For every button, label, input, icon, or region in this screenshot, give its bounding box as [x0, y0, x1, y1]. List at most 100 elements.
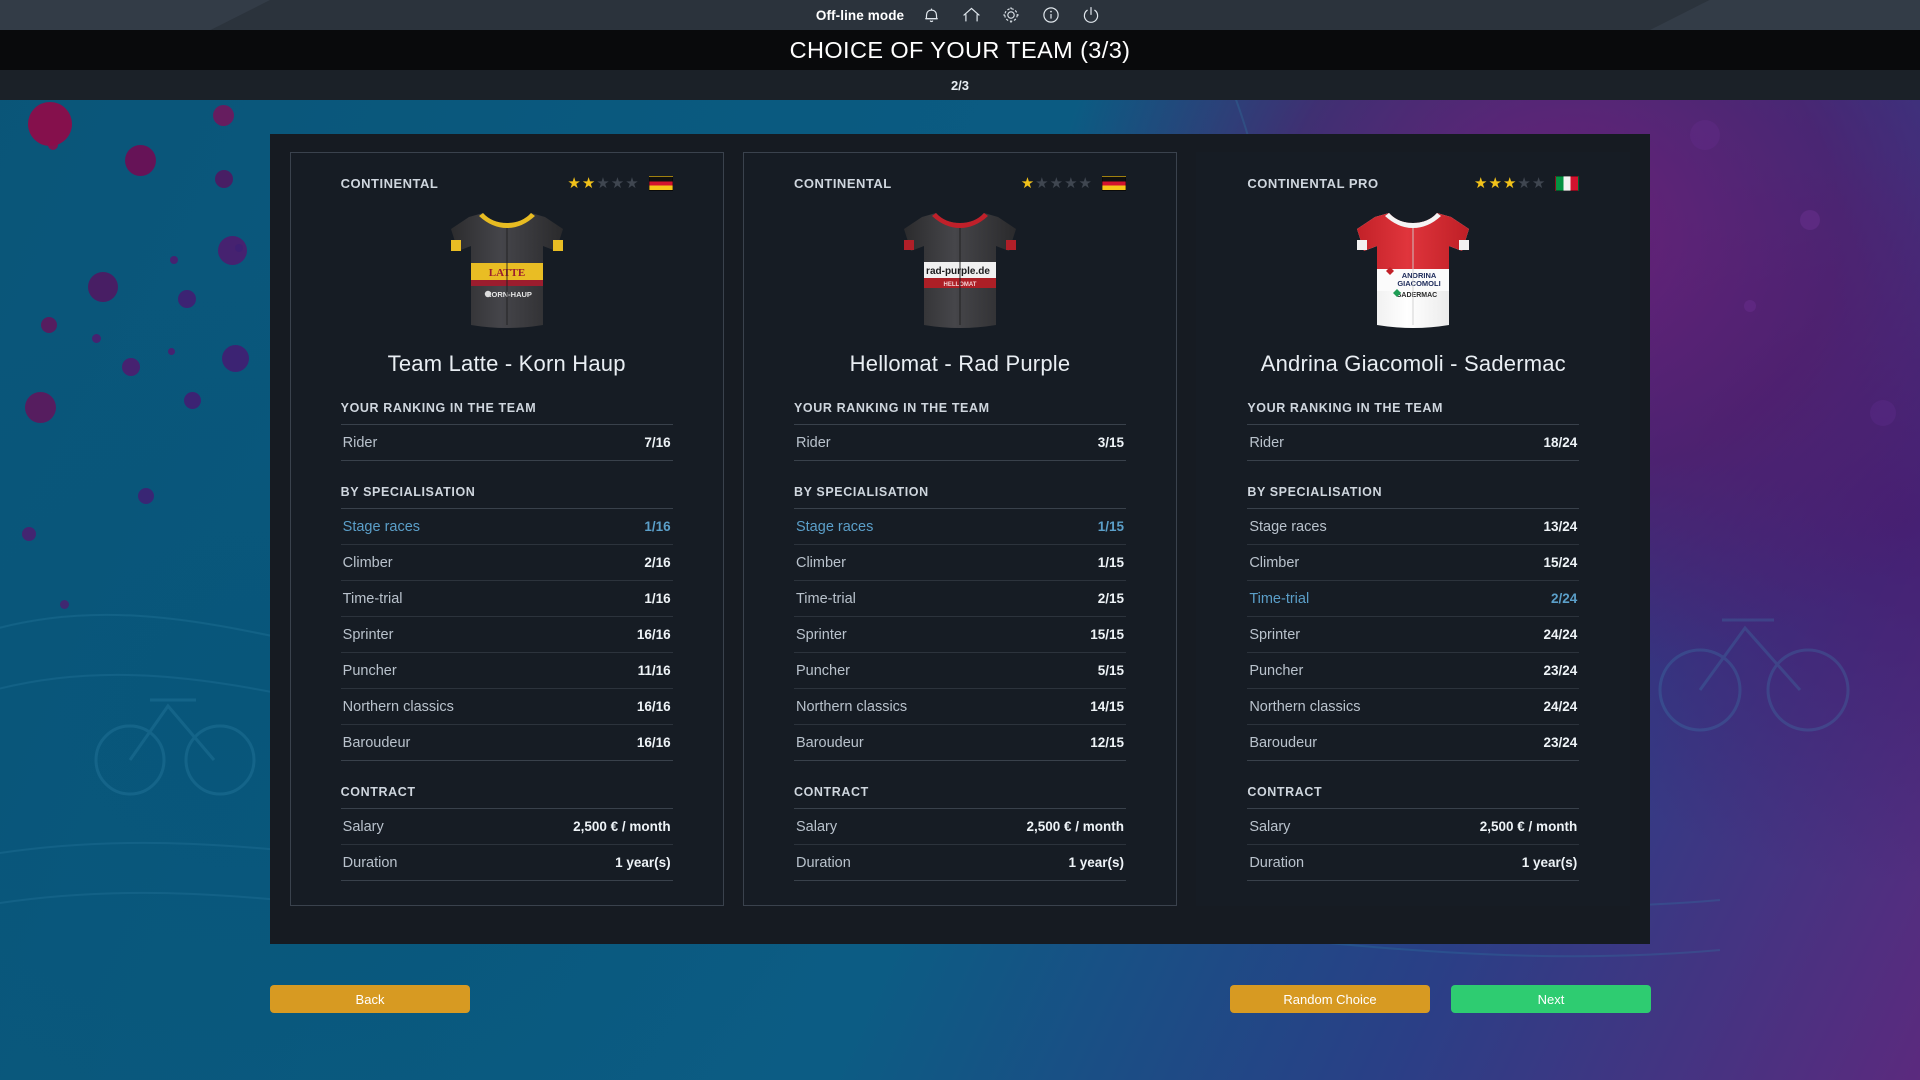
specialisation-row: Stage races 1/16: [340, 509, 673, 545]
rating-star: ★: [1502, 174, 1517, 192]
random-choice-button[interactable]: Random Choice: [1230, 985, 1430, 1013]
team-rating-stars: ★ ★ ★ ★ ★: [567, 176, 638, 191]
country-flag-de-icon: [648, 175, 673, 191]
rating-star: ★: [1474, 174, 1488, 192]
rating-star: ★: [610, 174, 625, 192]
decor-dot: [122, 358, 140, 376]
stat-row-label: Sprinter: [342, 626, 394, 643]
contract-section: CONTRACT Salary 2,500 € / month Duration…: [340, 761, 673, 881]
decor-dot: [138, 488, 154, 504]
power-icon[interactable]: [1078, 2, 1104, 28]
bell-icon[interactable]: [918, 2, 944, 28]
specialisation-value: 14/15: [1090, 699, 1124, 714]
contract-section-title: CONTRACT: [1247, 785, 1323, 799]
team-card-3[interactable]: CONTINENTAL PRO ★ ★ ★ ★ ★ ANDRINA GIACOMOLI: [1196, 152, 1631, 906]
team-cards-container: CONTINENTAL ★ ★ ★ ★ ★ LATTE KORN-HAUP Team L…: [270, 134, 1650, 944]
specialisation-row: Stage races 13/24: [1247, 509, 1580, 545]
specialisation-row: Climber 15/24: [1247, 545, 1580, 581]
teams-panel: CONTINENTAL ★ ★ ★ ★ ★ LATTE KORN-HAUP Team L…: [270, 134, 1650, 944]
footer-bar: Back Random Choice Next: [0, 985, 1920, 1035]
contract-section-title: CONTRACT: [340, 785, 416, 799]
decor-dot: [48, 140, 58, 150]
rating-star: ★: [1531, 174, 1546, 192]
team-card-2[interactable]: CONTINENTAL ★ ★ ★ ★ ★ rad-purple.de HELLOMAT…: [742, 152, 1177, 906]
specialisation-row: Northern classics 14/15: [793, 689, 1126, 725]
next-button[interactable]: Next: [1451, 985, 1651, 1013]
team-card-1[interactable]: CONTINENTAL ★ ★ ★ ★ ★ LATTE KORN-HAUP Team L…: [289, 152, 724, 906]
stat-row-label: Time-trial: [795, 590, 856, 607]
team-jersey: rad-purple.de HELLOMAT: [744, 207, 1176, 333]
rating-star: ★: [1488, 174, 1502, 192]
rider-rank-value: 3/15: [1097, 435, 1124, 450]
specialisation-row: Puncher 23/24: [1247, 653, 1580, 689]
contract-section-title: CONTRACT: [793, 785, 869, 799]
home-icon[interactable]: [958, 2, 984, 28]
specialisation-section-title: BY SPECIALISATION: [793, 485, 929, 499]
stat-row-label: Baroudeur: [342, 734, 411, 751]
decor-dot: [125, 145, 156, 176]
stat-row-label: Climber: [342, 554, 393, 571]
decor-dot: [170, 256, 178, 264]
rating-star: ★: [1020, 174, 1035, 192]
stat-row-label: Northern classics: [1249, 698, 1361, 715]
rider-rank-value: 18/24: [1543, 435, 1578, 450]
stat-row-label: Climber: [1249, 554, 1300, 571]
salary-row: Salary 2,500 € / month: [793, 809, 1126, 845]
decor-dot: [88, 272, 118, 302]
stat-row-label: Puncher: [342, 662, 397, 679]
decor-dot: [222, 345, 249, 372]
stat-row-label: Rider: [795, 434, 831, 451]
info-icon[interactable]: [1038, 2, 1064, 28]
team-jersey: ANDRINA GIACOMOLI SADERMAC: [1197, 207, 1629, 333]
gear-icon[interactable]: [998, 2, 1024, 28]
back-button[interactable]: Back: [270, 985, 470, 1013]
rating-star: ★: [567, 174, 581, 192]
decor-dot: [22, 527, 36, 541]
ranking-section-title: YOUR RANKING IN THE TEAM: [1247, 401, 1443, 415]
specialisation-value: 24/24: [1543, 699, 1578, 714]
specialisation-value: 2/16: [644, 555, 671, 570]
stat-row-label: Northern classics: [795, 698, 908, 715]
team-card-header: CONTINENTAL ★ ★ ★ ★ ★: [744, 171, 1176, 195]
rating-star: ★: [581, 174, 596, 192]
specialisation-value: 1/15: [1097, 519, 1124, 534]
stat-row-label: Salary: [1249, 818, 1291, 835]
stat-row-label: Duration: [1249, 854, 1305, 871]
stat-row-label: Duration: [795, 854, 851, 871]
svg-text:GIACOMOLI: GIACOMOLI: [1398, 279, 1441, 288]
contract-rows: Salary 2,500 € / month Duration 1 year(s…: [793, 808, 1126, 881]
stat-row-label: Duration: [342, 854, 398, 871]
team-card-header: CONTINENTAL ★ ★ ★ ★ ★: [291, 171, 723, 195]
duration-value: 1 year(s): [1521, 855, 1578, 870]
team-category-label: CONTINENTAL: [793, 175, 892, 191]
contract-rows: Salary 2,500 € / month Duration 1 year(s…: [1247, 808, 1580, 881]
svg-text:KORN-HAUP: KORN-HAUP: [486, 290, 532, 299]
specialisation-rows: Stage races 1/15 Climber 1/15 Time-trial…: [793, 508, 1126, 761]
decor-dot: [213, 105, 234, 126]
contract-rows: Salary 2,500 € / month Duration 1 year(s…: [340, 808, 673, 881]
decor-dot: [25, 392, 56, 423]
specialisation-value: 11/16: [637, 663, 671, 678]
decor-dot: [218, 236, 247, 265]
specialisation-value: 16/16: [636, 627, 671, 642]
stat-row-label: Rider: [342, 434, 378, 451]
stat-row-label: Northern classics: [342, 698, 454, 715]
team-name: Andrina Giacomoli - Sadermac: [1260, 351, 1566, 376]
team-name: Hellomat - Rad Purple: [849, 351, 1071, 376]
salary-row: Salary 2,500 € / month: [1247, 809, 1580, 845]
rider-rank-value: 7/16: [644, 435, 671, 450]
specialisation-value: 12/15: [1090, 735, 1124, 750]
stat-row-label: Puncher: [1249, 662, 1304, 679]
title-band: CHOICE OF YOUR TEAM (3/3): [0, 30, 1920, 70]
specialisation-value: 1/16: [644, 591, 671, 606]
stat-row-label: Time-trial: [1249, 590, 1310, 607]
decor-dot: [235, 244, 243, 252]
subtitle-band: 2/3: [0, 70, 1920, 100]
specialisation-row: Puncher 5/15: [793, 653, 1126, 689]
specialisation-row: Baroudeur 23/24: [1247, 725, 1580, 761]
rating-star: ★: [1064, 174, 1078, 192]
specialisation-row: Northern classics 16/16: [340, 689, 673, 725]
team-rating-stars: ★ ★ ★ ★ ★: [1474, 176, 1545, 191]
ranking-section: YOUR RANKING IN THE TEAM Rider 18/24: [1247, 377, 1580, 461]
stat-row-label: Stage races: [342, 518, 421, 535]
